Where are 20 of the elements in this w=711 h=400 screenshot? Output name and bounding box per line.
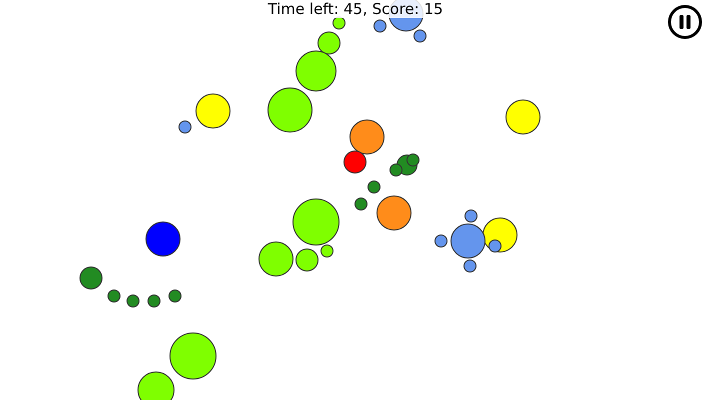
ball [506, 100, 540, 134]
pause-button[interactable] [667, 4, 703, 40]
ball [434, 234, 448, 248]
ball [80, 266, 102, 290]
ball [146, 222, 180, 256]
ball [332, 16, 346, 30]
ball [126, 294, 140, 308]
ball [108, 290, 120, 302]
ball [296, 248, 318, 272]
ball [368, 180, 380, 194]
ball [374, 20, 386, 32]
ball [258, 242, 294, 276]
ball [268, 88, 312, 132]
ball [168, 290, 182, 302]
ball [376, 196, 412, 230]
ball [148, 294, 160, 308]
ball [196, 94, 230, 128]
pause-icon [667, 4, 703, 40]
ball [354, 198, 368, 210]
ball [178, 120, 192, 134]
